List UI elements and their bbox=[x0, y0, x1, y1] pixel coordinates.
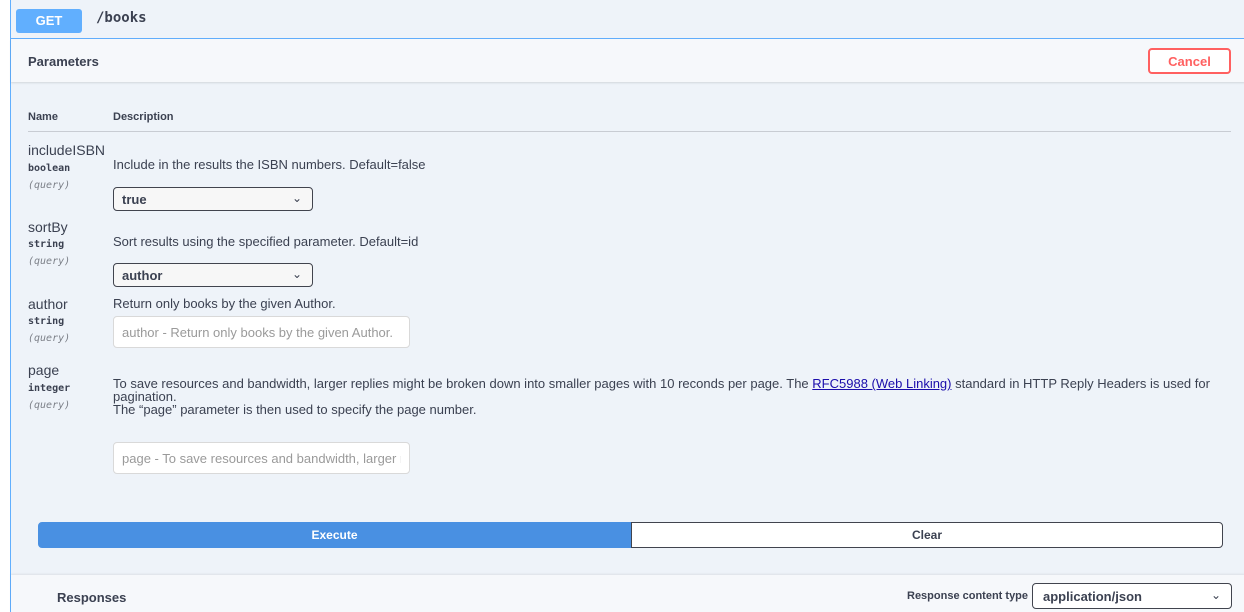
operation-summary[interactable]: GET /books bbox=[11, 0, 1244, 39]
param-location: (query) bbox=[28, 400, 71, 411]
cancel-button[interactable]: Cancel bbox=[1148, 48, 1231, 74]
chevron-down-icon: ⌄ bbox=[291, 191, 302, 205]
param-description: To save resources and bandwidth, larger … bbox=[113, 377, 1225, 416]
param-location: (query) bbox=[28, 256, 71, 267]
param-type: boolean bbox=[28, 163, 71, 174]
content-type-label: Response content type bbox=[907, 590, 1029, 602]
operation-block: GET /books Parameters Cancel Name Descri… bbox=[10, 0, 1244, 612]
param-name: author bbox=[28, 296, 68, 312]
page-input[interactable] bbox=[113, 442, 410, 474]
sort-by-select[interactable]: author ⌄ bbox=[113, 263, 313, 287]
param-type: string bbox=[28, 316, 65, 327]
column-header-name: Name bbox=[28, 111, 58, 123]
param-location: (query) bbox=[28, 333, 71, 344]
select-value: author bbox=[122, 268, 163, 283]
select-value: application/json bbox=[1043, 589, 1142, 604]
clear-button[interactable]: Clear bbox=[631, 522, 1223, 548]
param-description: Sort results using the specified paramet… bbox=[113, 234, 419, 249]
chevron-down-icon: ⌄ bbox=[291, 267, 302, 281]
header-divider bbox=[28, 131, 1231, 132]
select-value: true bbox=[122, 192, 147, 207]
parameters-header bbox=[11, 39, 1244, 82]
description-text: To save resources and bandwidth, larger … bbox=[113, 376, 813, 391]
param-type: string bbox=[28, 239, 65, 250]
param-location: (query) bbox=[28, 180, 71, 191]
endpoint-path: /books bbox=[96, 10, 147, 26]
execute-button[interactable]: Execute bbox=[38, 522, 631, 548]
response-content-type-select[interactable]: application/json ⌄ bbox=[1032, 583, 1232, 609]
include-isbn-select[interactable]: true ⌄ bbox=[113, 187, 313, 211]
chevron-down-icon: ⌄ bbox=[1210, 588, 1221, 602]
responses-title: Responses bbox=[57, 590, 127, 605]
description-text: The “page” parameter is then used to spe… bbox=[113, 402, 477, 417]
rfc5988-link[interactable]: RFC5988 (Web Linking) bbox=[812, 376, 951, 391]
param-name: includeISBN bbox=[28, 142, 106, 158]
param-name: sortBy bbox=[28, 219, 68, 235]
param-name: page bbox=[28, 362, 60, 378]
param-description: Include in the results the ISBN numbers.… bbox=[113, 157, 426, 172]
column-header-description: Description bbox=[113, 111, 174, 123]
param-description: Return only books by the given Author. bbox=[113, 296, 336, 311]
parameters-title: Parameters bbox=[28, 54, 99, 69]
http-method-badge: GET bbox=[16, 9, 82, 33]
param-type: integer bbox=[28, 383, 71, 394]
author-input[interactable] bbox=[113, 316, 410, 348]
